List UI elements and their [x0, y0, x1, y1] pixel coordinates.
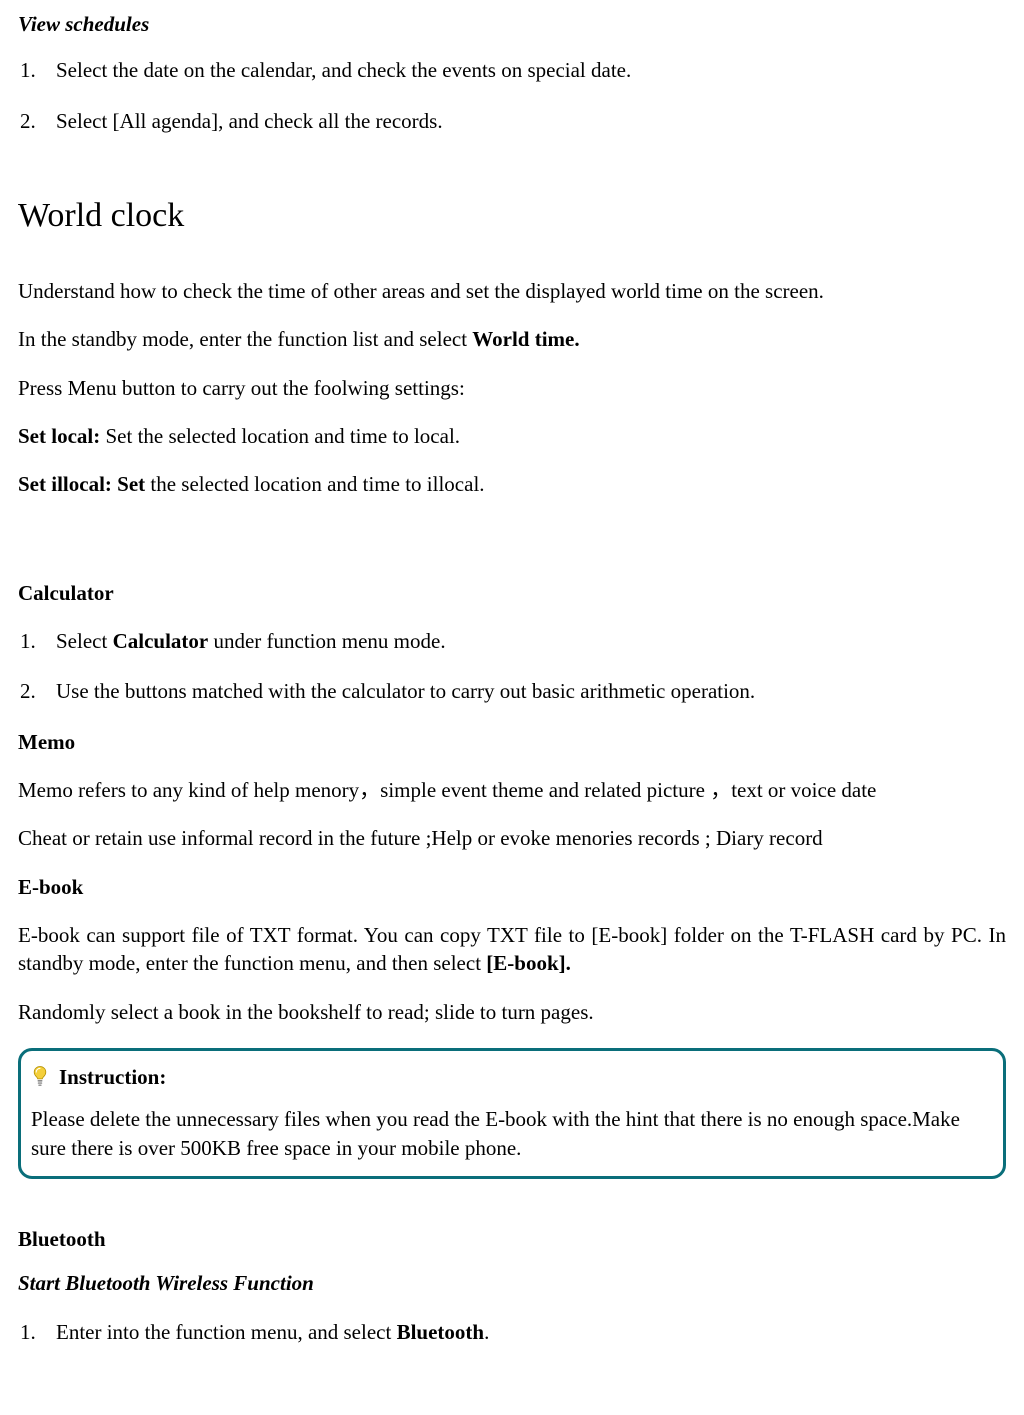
text-prefix: Enter into the function menu, and select [56, 1320, 397, 1344]
set-local-text: Set the selected location and time to lo… [105, 424, 460, 448]
calculator-heading: Calculator [18, 579, 1006, 607]
world-clock-heading: World clock [18, 193, 1006, 239]
list-number: 1. [18, 56, 40, 84]
list-text: Select [All agenda], and check all the r… [56, 107, 1006, 135]
text-suffix: . [484, 1320, 489, 1344]
view-schedules-heading: View schedules [18, 10, 1006, 38]
list-text: Select Calculator under function menu mo… [56, 627, 1006, 655]
list-item: 2. Select [All agenda], and check all th… [18, 107, 1006, 135]
ebook-bold: [E-book]. [486, 951, 571, 975]
bluetooth-list: 1. Enter into the function menu, and sel… [18, 1318, 1006, 1346]
set-local-line: Set local: Set the selected location and… [18, 422, 1006, 450]
list-number: 1. [18, 627, 40, 655]
bluetooth-bold: Bluetooth [397, 1320, 485, 1344]
list-number: 1. [18, 1318, 40, 1346]
text-prefix: In the standby mode, enter the function … [18, 327, 472, 351]
ebook-heading: E-book [18, 873, 1006, 901]
memo-p1: Memo refers to any kind of help menory，s… [18, 776, 1006, 804]
world-time-label: World time. [472, 327, 579, 351]
list-item: 1. Select Calculator under function menu… [18, 627, 1006, 655]
list-number: 2. [18, 107, 40, 135]
ebook-p1: E-book can support file of TXT format. Y… [18, 921, 1006, 978]
list-number: 2. [18, 677, 40, 705]
memo-heading: Memo [18, 728, 1006, 756]
set-illocal-label: Set illocal: Set [18, 472, 150, 496]
instruction-header: Instruction: [31, 1063, 993, 1091]
bluetooth-subheading: Start Bluetooth Wireless Function [18, 1269, 1006, 1297]
list-text: Enter into the function menu, and select… [56, 1318, 1006, 1346]
list-item: 1. Enter into the function menu, and sel… [18, 1318, 1006, 1346]
memo-p2: Cheat or retain use informal record in t… [18, 824, 1006, 852]
list-text: Select the date on the calendar, and che… [56, 56, 1006, 84]
set-local-label: Set local: [18, 424, 105, 448]
instruction-body: Please delete the unnecessary files when… [31, 1105, 993, 1162]
set-illocal-text: the selected location and time to illoca… [150, 472, 484, 496]
lightbulb-icon [31, 1065, 49, 1089]
instruction-callout: Instruction: Please delete the unnecessa… [18, 1048, 1006, 1179]
text-suffix: under function menu mode. [208, 629, 445, 653]
ebook-p2: Randomly select a book in the bookshelf … [18, 998, 1006, 1026]
instruction-label: Instruction: [59, 1063, 166, 1091]
list-item: 1. Select the date on the calendar, and … [18, 56, 1006, 84]
calculator-list: 1. Select Calculator under function menu… [18, 627, 1006, 706]
world-clock-standby: In the standby mode, enter the function … [18, 325, 1006, 353]
bluetooth-heading: Bluetooth [18, 1225, 1006, 1253]
view-schedules-list: 1. Select the date on the calendar, and … [18, 56, 1006, 135]
text-prefix: Select [56, 629, 113, 653]
list-item: 2. Use the buttons matched with the calc… [18, 677, 1006, 705]
set-illocal-line: Set illocal: Set the selected location a… [18, 470, 1006, 498]
world-clock-intro: Understand how to check the time of othe… [18, 277, 1006, 305]
list-text: Use the buttons matched with the calcula… [56, 677, 1006, 705]
world-clock-press: Press Menu button to carry out the foolw… [18, 374, 1006, 402]
calculator-bold: Calculator [113, 629, 209, 653]
